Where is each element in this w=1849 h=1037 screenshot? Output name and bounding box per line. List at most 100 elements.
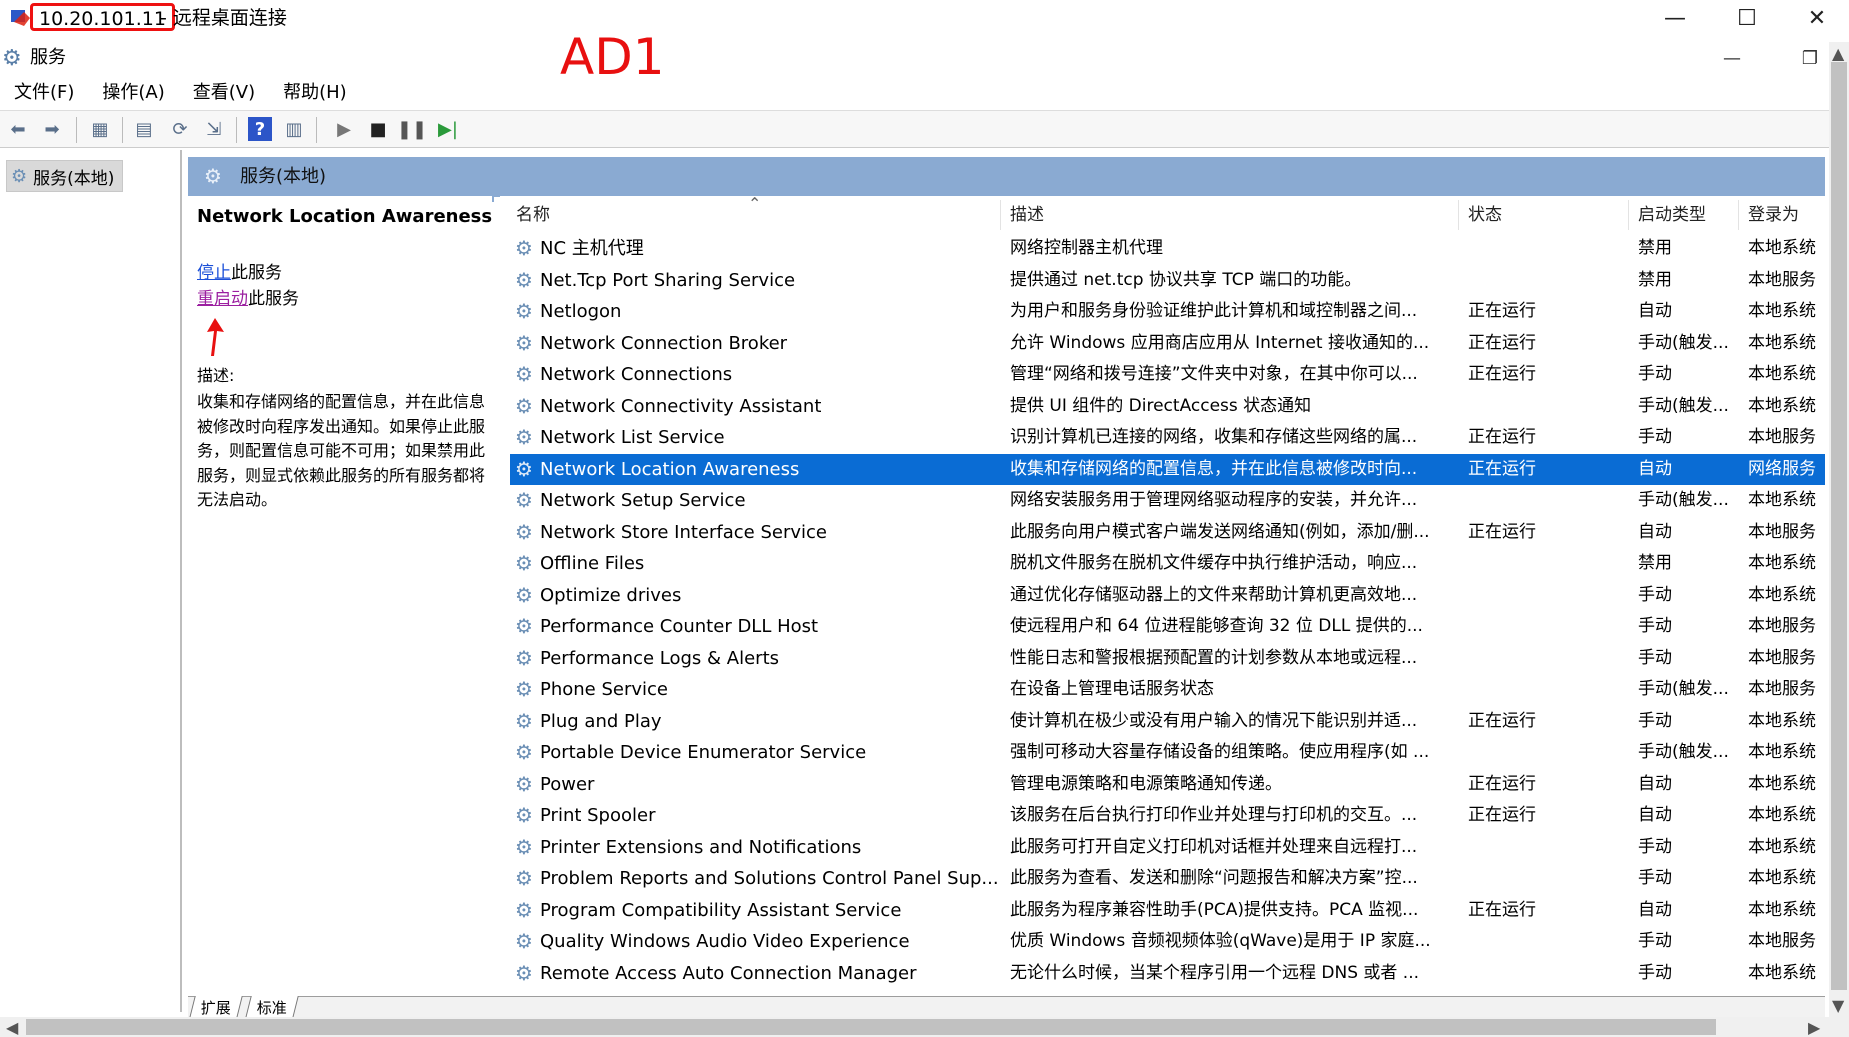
tab-standard[interactable]: 标准 bbox=[245, 996, 299, 1018]
service-gear-icon: ⚙ bbox=[515, 236, 533, 260]
forward-arrow-icon[interactable]: ➡ bbox=[40, 117, 64, 141]
service-status: 正在运行 bbox=[1468, 899, 1536, 920]
services-search-icon: ⚙ bbox=[204, 164, 222, 188]
service-description: 使计算机在极少或没有用户输入的情况下能识别并适... bbox=[1010, 710, 1418, 731]
service-name: Plug and Play bbox=[540, 710, 662, 732]
table-row[interactable]: ⚙ Problem Reports and Solutions Control P… bbox=[510, 863, 1825, 895]
restart-service-link[interactable]: 重启动 bbox=[197, 289, 248, 309]
table-row[interactable]: ⚙ Performance Logs & Alerts 性能日志和警报根据预配置的计… bbox=[510, 643, 1825, 675]
table-row[interactable]: ⚙ Network Connection Broker 允许 Windows 应用商… bbox=[510, 328, 1825, 360]
service-description: 此服务可打开自定义打印机对话框并处理来自远程打... bbox=[1010, 836, 1418, 857]
properties-icon[interactable]: ▤ bbox=[132, 117, 156, 141]
scroll-left-icon[interactable]: ◀ bbox=[6, 1018, 18, 1037]
service-startup-type: 手动 bbox=[1638, 364, 1672, 384]
red-up-arrow-icon bbox=[207, 318, 224, 356]
service-name: Network Setup Service bbox=[540, 490, 746, 511]
export-list-icon[interactable]: ⇲ bbox=[202, 117, 226, 141]
stop-service-link[interactable]: 停止 bbox=[197, 263, 231, 283]
action-pane-icon[interactable]: ▥ bbox=[282, 117, 306, 141]
table-row[interactable]: ⚙ Power 管理电源策略和电源策略通知传递。 正在运行 自动 本地系统 bbox=[510, 769, 1825, 801]
table-row[interactable]: ⚙ Network Connections 管理“网络和拨号连接”文件夹中对象，在其… bbox=[510, 359, 1825, 391]
table-row[interactable]: ⚙ Netlogon 为用户和服务身份验证维护此计算机和域控制器之间... 正在运行 自… bbox=[510, 296, 1825, 328]
scroll-up-icon[interactable]: ▲ bbox=[1832, 44, 1844, 63]
service-description: 该服务在后台执行打印作业并处理与打印机的交互。... bbox=[1010, 805, 1418, 825]
table-row[interactable]: ⚙ Network List Service 识别计算机已连接的网络，收集和存储这些… bbox=[510, 422, 1825, 454]
service-logon-as: 网络服务 bbox=[1748, 458, 1816, 479]
service-startup-type: 自动 bbox=[1638, 458, 1672, 479]
service-gear-icon: ⚙ bbox=[515, 645, 533, 670]
service-description: 管理“网络和拨号连接”文件夹中对象，在其中你可以... bbox=[1010, 364, 1418, 384]
column-header-startup-type[interactable]: 启动类型 bbox=[1638, 202, 1706, 228]
tree-item-services-local[interactable]: ⚙ 服务(本地) bbox=[6, 160, 124, 192]
table-row[interactable]: ⚙ Net.Tcp Port Sharing Service 提供通过 net.tc… bbox=[510, 265, 1825, 297]
scroll-down-icon[interactable]: ▼ bbox=[1832, 996, 1844, 1015]
table-row[interactable]: ⚙ Optimize drives 通过优化存储驱动器上的文件来帮助计算机更高效地.… bbox=[510, 580, 1825, 612]
toolbar-separator bbox=[236, 117, 237, 143]
table-row[interactable]: ⚙ Phone Service 在设备上管理电话服务状态 手动(触发... 本地服务 bbox=[510, 674, 1825, 706]
service-gear-icon: ⚙ bbox=[515, 425, 533, 449]
help-icon[interactable]: ? bbox=[248, 117, 272, 141]
table-row[interactable]: ⚙ Network Location Awareness 收集和存储网络的配置信息，… bbox=[510, 453, 1825, 485]
horizontal-scrollbar-thumb[interactable] bbox=[26, 1019, 1716, 1035]
table-row[interactable]: ⚙ Portable Device Enumerator Service 强制可移动… bbox=[510, 737, 1825, 769]
scroll-right-icon[interactable]: ▶ bbox=[1808, 1018, 1820, 1037]
service-startup-type: 手动 bbox=[1638, 962, 1672, 983]
service-name: Offline Files bbox=[540, 553, 645, 574]
service-gear-icon: ⚙ bbox=[515, 519, 533, 544]
inner-minimize-button[interactable]: — bbox=[1712, 44, 1752, 72]
table-row[interactable]: ⚙ Quality Windows Audio Video Experience 优… bbox=[510, 926, 1825, 958]
service-description: 允许 Windows 应用商店应用从 Internet 接收通知的... bbox=[1010, 332, 1430, 353]
table-row[interactable]: ⚙ Performance Counter DLL Host 使远程用户和 64 位… bbox=[510, 611, 1825, 643]
start-service-icon[interactable]: ▶ bbox=[332, 117, 356, 141]
service-gear-icon: ⚙ bbox=[515, 803, 533, 827]
tree-item-label: 服务(本地) bbox=[33, 168, 115, 189]
table-row[interactable]: ⚙ Network Store Interface Service 此服务向用户模式… bbox=[510, 517, 1825, 549]
table-row[interactable]: ⚙ Network Setup Service 网络安装服务用于管理网络驱动程序的安… bbox=[510, 485, 1825, 517]
service-description: 此服务为查看、发送和删除“问题报告和解决方案”控... bbox=[1010, 868, 1418, 888]
back-arrow-icon[interactable]: ⬅ bbox=[6, 117, 30, 141]
table-row[interactable]: ⚙ NC 主机代理 网络控制器主机代理 禁用 本地系统 bbox=[510, 233, 1825, 265]
inner-restore-button[interactable]: ❐ bbox=[1790, 44, 1830, 72]
service-gear-icon: ⚙ bbox=[515, 267, 533, 292]
menu-view[interactable]: 查看(V) bbox=[179, 78, 269, 108]
service-description: 网络控制器主机代理 bbox=[1010, 238, 1163, 258]
menu-bar: 文件(F) 操作(A) 查看(V) 帮助(H) bbox=[0, 76, 1849, 110]
service-description: 为用户和服务身份验证维护此计算机和域控制器之间... bbox=[1010, 301, 1418, 321]
stop-service-icon[interactable]: ■ bbox=[366, 117, 390, 141]
table-row[interactable]: ⚙ Printer Extensions and Notifications 此服务… bbox=[510, 832, 1825, 864]
service-logon-as: 本地系统 bbox=[1748, 868, 1816, 888]
pause-service-icon[interactable]: ❚❚ bbox=[397, 117, 427, 141]
table-row[interactable]: ⚙ Program Compatibility Assistant Service… bbox=[510, 895, 1825, 927]
service-startup-type: 手动 bbox=[1638, 427, 1672, 447]
close-button[interactable]: ✕ bbox=[1782, 0, 1849, 36]
maximize-button[interactable]: ☐ bbox=[1712, 0, 1782, 36]
table-row[interactable]: ⚙ Network Connectivity Assistant 提供 UI 组件的… bbox=[510, 391, 1825, 423]
restart-service-icon[interactable]: ▶| bbox=[436, 117, 460, 141]
column-header-status[interactable]: 状态 bbox=[1468, 202, 1502, 228]
tab-extended[interactable]: 扩展 bbox=[189, 996, 243, 1018]
column-header-name[interactable]: 名称 bbox=[516, 202, 550, 228]
services-gear-icon: ⚙ bbox=[2, 46, 22, 71]
table-row[interactable]: ⚙ Plug and Play 使计算机在极少或没有用户输入的情况下能识别并适...… bbox=[510, 706, 1825, 738]
minimize-button[interactable]: — bbox=[1640, 0, 1710, 36]
column-header-description[interactable]: 描述 bbox=[1010, 202, 1044, 228]
service-status: 正在运行 bbox=[1468, 364, 1536, 384]
toolbar-separator bbox=[316, 117, 317, 143]
service-gear-icon: ⚙ bbox=[515, 771, 533, 796]
table-row[interactable]: ⚙ Remote Access Auto Connection Manager 无论… bbox=[510, 958, 1825, 990]
table-row[interactable]: ⚙ Offline Files 脱机文件服务在脱机文件缓存中执行维护活动，响应...… bbox=[510, 548, 1825, 580]
service-description: 识别计算机已连接的网络，收集和存储这些网络的属... bbox=[1010, 427, 1418, 447]
services-gear-icon: ⚙ bbox=[11, 165, 28, 187]
service-name: Quality Windows Audio Video Experience bbox=[540, 931, 910, 952]
service-name: Network Location Awareness bbox=[540, 458, 800, 480]
vertical-scrollbar-thumb[interactable] bbox=[1831, 62, 1847, 990]
service-description: 优质 Windows 音频视频体验(qWave)是用于 IP 家庭... bbox=[1010, 931, 1431, 951]
menu-file[interactable]: 文件(F) bbox=[0, 78, 88, 108]
menu-action[interactable]: 操作(A) bbox=[88, 78, 178, 108]
console-tree-icon[interactable]: ▦ bbox=[88, 117, 112, 141]
service-startup-type: 自动 bbox=[1638, 773, 1672, 794]
column-header-logon-as[interactable]: 登录为 bbox=[1748, 202, 1799, 228]
refresh-icon[interactable]: ⟳ bbox=[168, 117, 192, 141]
table-row[interactable]: ⚙ Print Spooler 该服务在后台执行打印作业并处理与打印机的交互。...… bbox=[510, 800, 1825, 832]
menu-help[interactable]: 帮助(H) bbox=[269, 78, 361, 108]
